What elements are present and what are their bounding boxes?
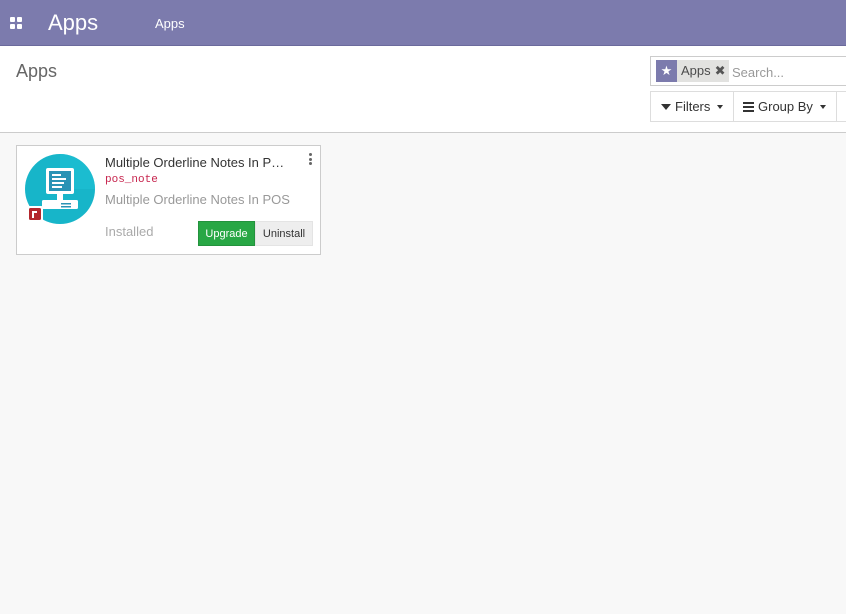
facet-label: Apps xyxy=(681,63,711,78)
uninstall-button[interactable]: Uninstall xyxy=(255,221,313,246)
star-icon: ★ xyxy=(656,60,677,82)
search-box[interactable]: ★ Apps ✖ xyxy=(650,56,846,86)
pos-terminal-icon xyxy=(25,154,95,224)
groupby-label: Group By xyxy=(758,99,813,114)
apps-grid-icon[interactable] xyxy=(10,17,22,29)
list-icon xyxy=(743,101,754,112)
filters-button[interactable]: Filters xyxy=(650,91,734,122)
main-navbar: Apps Apps xyxy=(0,0,846,46)
groupby-button[interactable]: Group By xyxy=(733,91,837,122)
app-technical-name: pos_note xyxy=(105,174,158,186)
app-brand-title[interactable]: Apps xyxy=(48,10,98,36)
app-summary: Multiple Orderline Notes In POS xyxy=(105,192,290,207)
chevron-down-icon xyxy=(717,104,724,109)
facet-remove-icon[interactable]: ✖ xyxy=(715,60,729,82)
filters-label: Filters xyxy=(675,99,711,114)
search-input[interactable] xyxy=(732,63,846,81)
search-facet: ★ Apps ✖ xyxy=(656,60,729,82)
chevron-down-icon xyxy=(819,104,826,109)
app-card[interactable]: Multiple Orderline Notes In P… pos_note … xyxy=(16,145,321,255)
upgrade-button[interactable]: Upgrade xyxy=(198,221,255,246)
app-status: Installed xyxy=(105,224,154,239)
kebab-menu-icon[interactable] xyxy=(309,153,313,165)
app-name: Multiple Orderline Notes In P… xyxy=(105,155,285,170)
nav-menu-apps[interactable]: Apps xyxy=(155,16,185,31)
favorites-button-partial[interactable] xyxy=(836,91,846,122)
breadcrumb: Apps xyxy=(16,61,58,81)
control-panel: Apps ★ Apps ✖ Filters Group By xyxy=(0,46,846,133)
filter-icon xyxy=(661,103,671,110)
